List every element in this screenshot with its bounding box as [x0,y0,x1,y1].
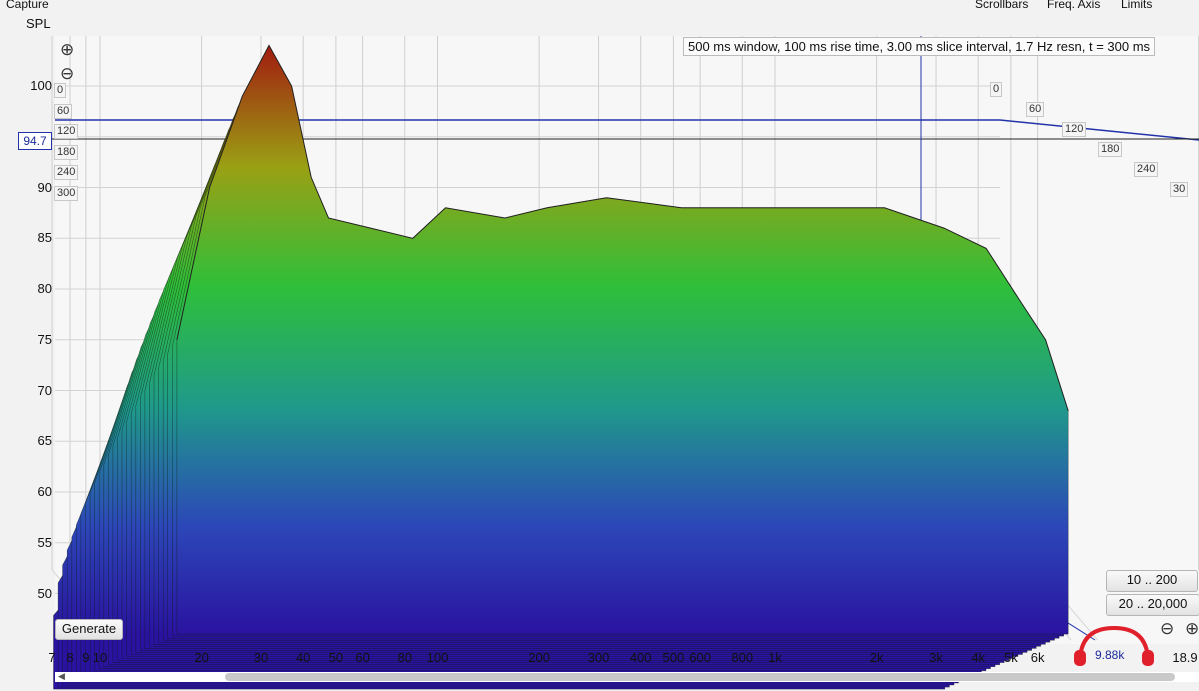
waterfall-chart [50,36,1199,690]
x-tick-label: 4k [971,650,986,665]
x-tick-label: 20 [194,650,209,665]
cursor-line-depth [999,119,1199,141]
x-tick-label: 800 [731,650,754,665]
x-tick-label: 100 [426,650,449,665]
x-tick-label: 3k [929,650,943,665]
time-label-left: 300 [54,185,79,201]
waterfall-slice [176,44,1069,635]
scrollbar-thumb[interactable] [225,673,1175,681]
y-tick-label: 80 [37,281,52,296]
x-tick-label: 400 [629,650,652,665]
time-label-left: 120 [54,124,79,139]
zoom-in-icon[interactable]: ⊕ [1185,620,1199,637]
time-label-right: 30 [1170,182,1189,197]
y-tick-label: 85 [37,230,52,246]
zoom-out-icon[interactable]: ⊖ [60,65,74,82]
x-tick-label: 80 [397,650,413,665]
zoom-in-icon[interactable]: ⊕ [60,41,74,58]
x-tick-label: 600 [689,650,711,665]
x-tick-label: 500 [662,650,685,665]
y-tick-label: 75 [37,331,52,347]
y-tick-label: 65 [37,433,52,449]
time-label-left: 0 [54,83,67,98]
x-tick-label: 60 [355,650,370,665]
analysis-info-box: 500 ms window, 100 ms rise time, 3.00 ms… [683,37,1156,56]
x-tick-label: 2k [869,650,884,665]
x-tick-label: 18.9 [1172,650,1198,665]
time-label-left: 180 [54,144,79,160]
x-tick-label: 300 [587,650,610,665]
x-tick-label: 1k [768,650,782,665]
x-tick-label: 50 [328,650,344,665]
time-label-right: 180 [1098,142,1123,157]
y-tick-label: 60 [37,484,52,499]
x-tick-label: 200 [528,650,550,665]
range-20-20000-button[interactable]: 20 .. 20,000 [1106,594,1199,616]
x-tick-label: 6k [1030,650,1045,665]
y-tick-label: 55 [37,534,52,550]
time-label-left: 60 [54,103,73,119]
x-tick-label: 8 [66,650,74,665]
headphone-logo [1074,625,1154,666]
range-10-200-button[interactable]: 10 .. 200 [1106,570,1198,592]
x-tick-label: 30 [253,650,269,665]
x-tick-label: 9 [82,650,90,665]
y-tick-label: 100 [30,78,52,93]
x-tick-label: 10 [92,650,108,665]
y-tick-label: 90 [37,179,52,195]
x-tick-label: 40 [295,650,311,665]
spl-cursor-readout: 94.7 [18,132,52,150]
x-tick-label: 5k [1004,650,1018,665]
y-tick-label: 70 [37,382,52,398]
time-label-right: 120 [1062,122,1087,137]
x-tick-label: 7 [48,650,56,665]
horizontal-scrollbar[interactable] [55,672,1199,682]
time-label-right: 240 [1134,162,1159,177]
time-label-right: 60 [1026,102,1045,117]
time-label-right: 0 [990,82,1003,97]
scroll-left-arrow[interactable]: ◀ [58,671,65,682]
time-label-left: 240 [54,165,79,180]
generate-button[interactable]: Generate [55,619,123,640]
y-tick-label: 50 [37,585,52,601]
